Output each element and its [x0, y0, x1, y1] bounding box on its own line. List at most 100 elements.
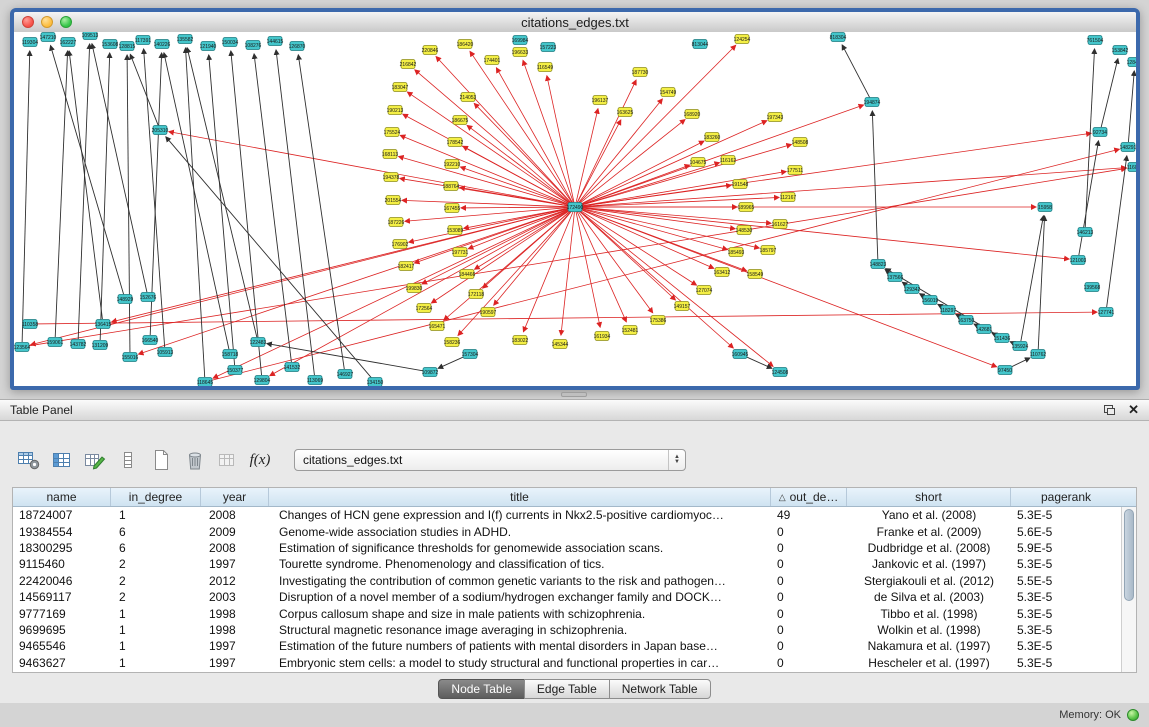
show-hide-columns-button[interactable]: [47, 446, 77, 474]
graph-node[interactable]: 153089: [447, 226, 464, 235]
graph-node[interactable]: 116549: [537, 63, 554, 72]
graph-node[interactable]: 148291: [1120, 143, 1136, 152]
graph-node[interactable]: 158718: [222, 350, 239, 359]
graph-node[interactable]: 194874: [864, 98, 881, 107]
graph-node[interactable]: 157304: [462, 350, 479, 359]
new-table-button[interactable]: [146, 446, 176, 474]
graph-node[interactable]: 216842: [400, 60, 417, 69]
table-row[interactable]: 1830029562008Estimation of significance …: [13, 540, 1121, 556]
import-table-button[interactable]: [212, 446, 242, 474]
graph-node[interactable]: 214053: [460, 93, 477, 102]
graph-node[interactable]: 148823: [870, 260, 887, 269]
column-header-in_degree[interactable]: in_degree: [111, 488, 201, 506]
graph-node[interactable]: 205310: [152, 126, 169, 135]
graph-node[interactable]: 135924: [1012, 342, 1029, 351]
graph-node[interactable]: 154749: [660, 88, 677, 97]
graph-node[interactable]: 131209: [92, 341, 109, 350]
float-panel-icon[interactable]: [1103, 404, 1116, 416]
graph-node[interactable]: 147210: [40, 33, 57, 42]
graph-node[interactable]: 196633: [512, 48, 529, 57]
graph-node[interactable]: 172118: [468, 290, 485, 299]
graph-node[interactable]: 127074: [696, 286, 713, 295]
graph-node[interactable]: 129342: [904, 285, 921, 294]
graph-node[interactable]: 135582: [177, 35, 194, 44]
graph-node[interactable]: 161627: [772, 220, 789, 229]
graph-node[interactable]: 220846: [422, 46, 439, 55]
graph-node[interactable]: 109513: [82, 32, 99, 40]
close-window-button[interactable]: [22, 16, 34, 28]
graph-node[interactable]: 104675: [690, 158, 707, 167]
graph-node[interactable]: 174401: [484, 56, 501, 65]
graph-node[interactable]: 122483: [250, 338, 267, 347]
minimize-window-button[interactable]: [41, 16, 53, 28]
graph-node[interactable]: 183022: [512, 336, 529, 345]
graph-node[interactable]: 199830: [406, 284, 423, 293]
tab-network-table[interactable]: Network Table: [609, 679, 711, 699]
graph-node[interactable]: 116162: [720, 156, 737, 165]
graph-node[interactable]: 166540: [142, 336, 159, 345]
graph-node[interactable]: 172490: [567, 203, 584, 212]
graph-node[interactable]: 124508: [772, 368, 789, 377]
graph-node[interactable]: 137566: [887, 273, 904, 282]
graph-node[interactable]: 146927: [337, 370, 354, 379]
graph-node[interactable]: 128815: [119, 42, 136, 51]
graph-node[interactable]: 92734: [1093, 128, 1107, 137]
close-panel-icon[interactable]: ✕: [1128, 404, 1139, 416]
graph-node[interactable]: 160945: [732, 350, 749, 359]
graph-node[interactable]: 163625: [617, 108, 634, 117]
table-row[interactable]: 946362711997Embryonic stem cells: a mode…: [13, 655, 1121, 671]
graph-node[interactable]: 201554: [385, 196, 402, 205]
graph-node[interactable]: 97450: [998, 366, 1012, 375]
column-header-out_de[interactable]: △out_de…: [771, 488, 847, 506]
graph-node[interactable]: 143782: [70, 340, 87, 349]
zoom-window-button[interactable]: [60, 16, 72, 28]
graph-node[interactable]: 169984: [512, 36, 529, 45]
graph-node[interactable]: 123564: [14, 343, 31, 352]
graph-node[interactable]: 121003: [1070, 256, 1087, 265]
graph-node[interactable]: 182417: [398, 262, 415, 271]
graph-node[interactable]: 151436: [994, 334, 1011, 343]
graph-node[interactable]: 110358: [22, 320, 39, 329]
graph-node[interactable]: 159061: [47, 338, 64, 347]
graph-node[interactable]: 142681: [976, 325, 993, 334]
graph-node[interactable]: 172564: [416, 304, 433, 313]
graph-node[interactable]: 153608: [102, 40, 119, 49]
graph-node[interactable]: 129804: [254, 376, 271, 385]
graph-node[interactable]: 168113: [382, 150, 399, 159]
graph-node[interactable]: 110762: [1030, 350, 1047, 359]
table-row[interactable]: 1938455462009Genome-wide association stu…: [13, 523, 1121, 539]
table-column-options-button[interactable]: [14, 446, 44, 474]
table-row[interactable]: 2242004622012Investigating the contribut…: [13, 573, 1121, 589]
table-row[interactable]: 1456911722003Disruption of a novel membe…: [13, 589, 1121, 605]
graph-node[interactable]: 192210: [444, 160, 461, 169]
edit-table-button[interactable]: [80, 446, 110, 474]
graph-node[interactable]: 148508: [792, 138, 809, 147]
graph-node[interactable]: 121940: [200, 42, 217, 51]
graph-node[interactable]: 187226: [388, 218, 405, 227]
vertical-scrollbar[interactable]: [1121, 507, 1136, 672]
table-row[interactable]: 1872400712008Changes of HCN gene express…: [13, 507, 1121, 523]
graph-node[interactable]: 188764: [443, 182, 460, 191]
graph-node[interactable]: 197731: [452, 248, 469, 257]
network-canvas[interactable]: 1724902168421830471902131755241681131943…: [14, 32, 1136, 386]
graph-node[interactable]: 177511: [787, 166, 804, 175]
graph-node[interactable]: 155016: [122, 353, 139, 362]
graph-node[interactable]: 117391: [135, 36, 152, 45]
graph-node[interactable]: 158549: [747, 270, 764, 279]
graph-node[interactable]: 196137: [592, 96, 609, 105]
graph-node[interactable]: 150377: [227, 366, 244, 375]
graph-node[interactable]: 153842: [1112, 46, 1129, 55]
graph-node[interactable]: 191548: [732, 180, 749, 189]
network-window-titlebar[interactable]: citations_edges.txt: [14, 12, 1136, 33]
graph-node[interactable]: 168920: [684, 110, 701, 119]
column-header-short[interactable]: short: [847, 488, 1011, 506]
graph-node[interactable]: 148929: [117, 295, 134, 304]
graph-node[interactable]: 112167: [780, 193, 797, 202]
tab-edge-table[interactable]: Edge Table: [524, 679, 610, 699]
table-row[interactable]: 911546021997Tourette syndrome. Phenomeno…: [13, 556, 1121, 572]
graph-node[interactable]: 156019: [922, 296, 939, 305]
column-header-year[interactable]: year: [201, 488, 269, 506]
graph-node[interactable]: 197343: [767, 113, 784, 122]
graph-node[interactable]: 118645: [197, 378, 214, 387]
delete-table-button[interactable]: [179, 446, 209, 474]
